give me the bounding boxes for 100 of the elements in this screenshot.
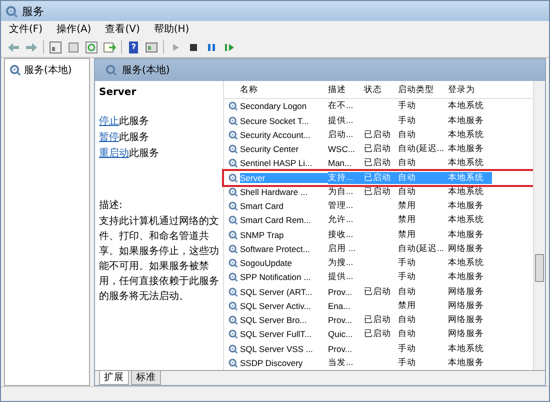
table-cell-text: 自动 <box>398 286 417 298</box>
table-cell-text: SQL Server Activ... <box>240 300 312 311</box>
table-cell-text: SQL Server FullT... <box>240 329 312 340</box>
action-text: 重启动此服务 <box>99 146 160 160</box>
menu-item[interactable]: 查看(V) <box>105 22 140 36</box>
service-row[interactable]: SogouUpdate 为搜... 手动 本地系统 <box>224 256 533 270</box>
table-cell-text: 本地系统 <box>448 214 485 226</box>
table-cell-text: 手动 <box>398 356 417 369</box>
service-row[interactable]: SQL Server (ART... Prov... 已启动 自动 网络服务 <box>224 284 533 299</box>
service-row[interactable]: Smart Card 管理... 禁用 本地服务 <box>224 199 533 214</box>
service-row[interactable]: Shell Hardware ... 为自... 已启动 自动 本地系统 <box>224 184 533 200</box>
table-cell-text: 本地服务 <box>448 356 485 369</box>
menu-item[interactable]: 操作(A) <box>56 22 92 36</box>
help-icon[interactable] <box>127 40 140 54</box>
refresh-icon[interactable] <box>85 40 98 54</box>
table-cell-text: 本地系统 <box>448 186 485 198</box>
table-cell-text: 本地系统 <box>448 342 485 355</box>
tree-item[interactable]: 服务(本地) <box>7 62 87 78</box>
table-cell-text: SQL Server VSS ... <box>240 344 314 354</box>
table-cell-text: 本地服务 <box>448 271 485 284</box>
service-row[interactable]: SQL Server FullT... Quic... 已启动 自动 网络服务 <box>224 327 533 342</box>
table-cell-text: 本地服务 <box>448 114 485 127</box>
column-header[interactable]: 启动类型 <box>398 84 448 96</box>
menu-item[interactable]: 文件(F) <box>9 22 43 36</box>
scrollbar-thumb[interactable] <box>535 254 544 282</box>
properties-icon[interactable] <box>67 40 80 54</box>
service-name: Server <box>99 87 138 98</box>
table-cell-text: Software Protect... <box>240 244 311 254</box>
table-cell-text: 手动 <box>398 271 417 284</box>
back-arrow-icon[interactable] <box>7 40 20 54</box>
table-cell-text: SQL Server Bro... <box>240 315 308 326</box>
service-row[interactable]: Software Protect... 启用 ... 自动(延迟... 网络服务 <box>224 242 533 256</box>
table-cell-text: Security Center <box>240 144 300 154</box>
table-cell-text: 手动 <box>398 100 417 112</box>
column-header[interactable]: 登录为 <box>448 84 492 96</box>
table-cell-text: 本地系统 <box>448 100 485 112</box>
table-cell-text: 已启动 <box>364 143 392 156</box>
service-row[interactable]: SQL Server Bro... Prov... 已启动 自动 网络服务 <box>224 313 533 328</box>
service-row[interactable]: SPP Notification ... 提供... 手动 本地服务 <box>224 270 533 285</box>
table-cell-text: 自动(延迟... <box>398 242 445 255</box>
forward-arrow-icon[interactable] <box>25 40 38 54</box>
table-cell-text: SQL Server (ART... <box>240 286 314 297</box>
service-row[interactable]: Security Center WSC... 已启动 自动(延迟... 本地服务 <box>224 142 533 156</box>
service-row[interactable]: Smart Card Rem... 允许... 禁用 本地系统 <box>224 213 533 228</box>
table-cell-text: 已启动 <box>364 157 392 170</box>
service-row[interactable]: Secure Socket T... 提供... 手动 本地服务 <box>224 114 533 128</box>
description-label: 描述: <box>99 198 124 212</box>
export-icon[interactable] <box>103 40 116 54</box>
service-row[interactable]: SSDP Discovery 当发... 手动 本地服务 <box>224 356 533 370</box>
service-row[interactable]: SQL Server Activ... Ena... 禁用 网络服务 <box>224 298 533 314</box>
action-link[interactable]: 暂停 <box>99 132 119 143</box>
table-cell-text: 已启动 <box>364 314 392 326</box>
table-cell-text: 当发... <box>328 356 354 369</box>
table-cell-text: 在不... <box>328 100 354 112</box>
table-cell-text: 网络服务 <box>448 300 485 312</box>
table-cell-text: 自动(延迟... <box>398 143 445 156</box>
table-cell-text: Shell Hardware ... <box>240 186 309 197</box>
window-icon[interactable] <box>145 40 158 54</box>
description-text: 支持此计算机通过网络的文件、打印、和命名管道共享。如果服务停止，这些功能不可用。如果服务被禁用，任何直接依赖于此服务的服务将无法启动。 <box>99 214 219 304</box>
table-cell-text: SSDP Discovery <box>240 358 304 368</box>
table-cell-text: 管理... <box>328 200 354 212</box>
window-title: 服务 <box>22 4 44 18</box>
table-cell-text: Man... <box>328 158 353 168</box>
column-header[interactable]: 状态 <box>364 84 398 96</box>
table-cell-text: 本地服务 <box>448 228 485 241</box>
service-row[interactable]: Sentinel HASP Li... Man... 已启动 自动 本地系统 <box>224 156 533 171</box>
table-cell-text: SNMP Trap <box>240 230 285 240</box>
table-cell-text: Sentinel HASP Li... <box>240 158 314 168</box>
panel-icon[interactable] <box>49 40 62 54</box>
table-cell-text: SPP Notification ... <box>240 272 312 282</box>
table-cell-text: Secure Socket T... <box>240 116 310 126</box>
column-header[interactable]: 描述 <box>328 84 364 96</box>
table-cell-text: 手动 <box>398 342 417 355</box>
service-row[interactable]: SQL Server VSS ... Prov... 手动 本地系统 <box>224 342 533 356</box>
table-cell-text: 手动 <box>398 257 417 270</box>
table-cell-text: 禁用 <box>398 214 417 226</box>
service-row[interactable]: Secondary Logon 在不... 手动 本地系统 <box>224 99 533 114</box>
table-cell: 自动 <box>398 172 448 184</box>
table-cell: 支持... <box>328 172 364 184</box>
column-header[interactable]: 名称 <box>240 84 328 96</box>
table-cell-text: Prov... <box>328 286 353 297</box>
table-cell-text: 已启动 <box>364 328 392 340</box>
table-cell-text: 禁用 <box>398 228 417 241</box>
menu-item[interactable]: 帮助(H) <box>154 22 190 36</box>
table-cell-text: SogouUpdate <box>240 258 293 268</box>
table-cell-text: Prov... <box>328 315 353 326</box>
table-cell-text: 本地服务 <box>448 143 485 156</box>
table-cell-text: 自动 <box>398 328 417 340</box>
action-link[interactable]: 重启动 <box>99 148 129 159</box>
tab[interactable]: 扩展 <box>99 371 129 385</box>
service-row[interactable]: SNMP Trap 接收... 禁用 本地服务 <box>224 228 533 242</box>
table-cell-text: 网络服务 <box>448 242 485 255</box>
service-row[interactable]: Security Account... 启动... 已启动 自动 本地系统 <box>224 128 533 142</box>
table-cell-text: 为搜... <box>328 257 354 270</box>
table-cell-text: 网络服务 <box>448 328 485 340</box>
tab[interactable]: 标准 <box>131 371 161 385</box>
table-cell-text: 本地服务 <box>448 200 485 212</box>
table-cell-text: 本地系统 <box>448 257 485 270</box>
table-cell-text: Security Account... <box>240 130 312 140</box>
action-link[interactable]: 停止 <box>99 116 119 127</box>
